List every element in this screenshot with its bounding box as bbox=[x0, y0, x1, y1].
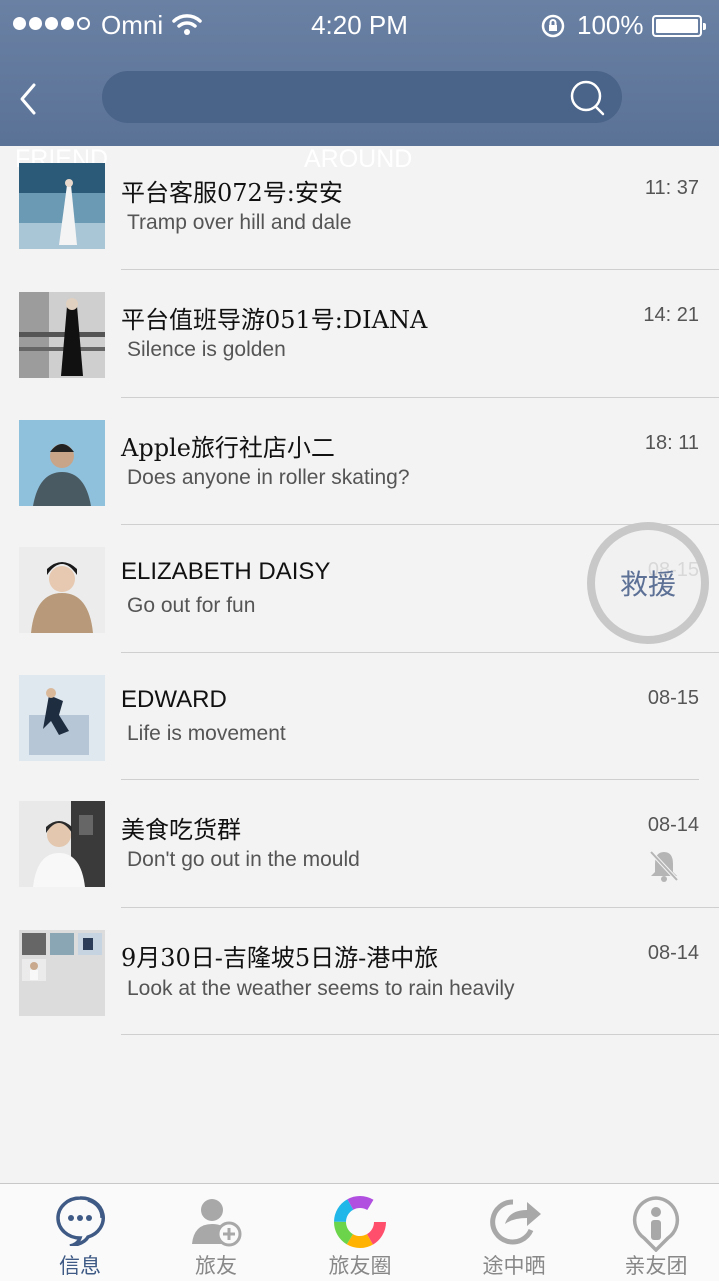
chat-name: ELIZABETH DAISY bbox=[121, 558, 331, 585]
chat-message: Go out for fun bbox=[127, 594, 256, 617]
chat-name: 平台值班导游051号:DIANA bbox=[121, 306, 428, 334]
avatar bbox=[19, 547, 105, 633]
chat-time: 18: 11 bbox=[644, 431, 699, 454]
tab-label: 途中晒 bbox=[482, 1254, 546, 1278]
chat-message: Life is movement bbox=[127, 721, 286, 745]
chat-message: Look at the weather seems to rain heavil… bbox=[127, 976, 515, 1000]
chat-message: Tramp over hill and dale bbox=[127, 211, 352, 234]
avatar bbox=[19, 801, 105, 887]
avatar bbox=[19, 163, 105, 249]
rescue-label: 救援 bbox=[619, 568, 676, 601]
share-arrow-icon bbox=[490, 1199, 541, 1245]
chat-name: EDWARD bbox=[121, 685, 227, 713]
chat-time: 08-15 bbox=[647, 686, 699, 709]
chat-name: 美食吃货群 bbox=[121, 816, 241, 844]
chat-time: 08-14 bbox=[647, 941, 699, 964]
chat-row[interactable]: 美食吃货群 Don't go out in the mould 08-14 bbox=[0, 780, 719, 908]
group-avatar bbox=[19, 929, 105, 1016]
chat-message: Don't go out in the mould bbox=[127, 848, 360, 871]
mute-bell-icon bbox=[648, 849, 680, 883]
message-bubble-icon bbox=[56, 1196, 105, 1246]
chat-name: 平台客服072号:安安 bbox=[121, 179, 343, 207]
location-person-icon bbox=[632, 1196, 680, 1252]
chat-message: Silence is golden bbox=[127, 338, 286, 361]
tab-messages[interactable]: 信息 bbox=[30, 1184, 130, 1281]
chat-row[interactable]: 平台值班导游051号:DIANA Silence is golden 14: 2… bbox=[0, 270, 719, 398]
status-bar: Omni 4:20 PM 100% bbox=[0, 0, 719, 50]
tab-moments[interactable]: 旅友圈 bbox=[310, 1184, 410, 1281]
color-ring-icon bbox=[334, 1196, 386, 1248]
chat-row[interactable]: EDWARD Life is movement 08-15 bbox=[0, 653, 719, 780]
chat-row[interactable]: Apple旅行社店小二 Does anyone in roller skatin… bbox=[0, 398, 719, 525]
avatar bbox=[19, 674, 105, 761]
tab-label: 亲友团 bbox=[624, 1254, 688, 1278]
tab-family-group[interactable]: 亲友团 bbox=[606, 1184, 706, 1281]
tab-label: 信息 bbox=[59, 1254, 101, 1278]
bottom-tab-bar: 信息 旅友 旅友圈 途中晒 亲友团 bbox=[0, 1183, 719, 1281]
rotation-lock-icon bbox=[541, 14, 565, 38]
chat-name: 9月30日-吉隆坡5日游-港中旅 bbox=[121, 943, 439, 972]
chat-message: Does anyone in roller skating? bbox=[127, 465, 410, 489]
tab-travel-friends[interactable]: 旅友 bbox=[166, 1184, 266, 1281]
add-friend-icon bbox=[192, 1199, 242, 1247]
search-input[interactable] bbox=[122, 81, 556, 115]
tab-label: 旅友圈 bbox=[328, 1254, 392, 1278]
battery-icon bbox=[652, 15, 706, 37]
row-divider bbox=[121, 1034, 719, 1035]
tab-label: 旅友 bbox=[195, 1254, 237, 1278]
search-icon[interactable] bbox=[568, 77, 610, 119]
search-bar[interactable] bbox=[102, 71, 622, 123]
avatar bbox=[19, 419, 105, 506]
battery-percent: 100% bbox=[577, 10, 644, 40]
avatar bbox=[19, 292, 105, 378]
chat-row[interactable]: 平台客服072号:安安 Tramp over hill and dale 11:… bbox=[0, 146, 719, 270]
chat-time: 08-14 bbox=[647, 814, 699, 836]
rescue-button[interactable]: 救援 bbox=[587, 522, 709, 644]
tab-on-the-way[interactable]: 途中晒 bbox=[464, 1184, 564, 1281]
back-chevron-icon[interactable] bbox=[14, 82, 48, 116]
top-header: Omni 4:20 PM 100% bbox=[0, 0, 719, 146]
chat-time: 14: 21 bbox=[643, 304, 699, 326]
chat-time: 11: 37 bbox=[644, 177, 699, 199]
chat-row[interactable]: 9月30日-吉隆坡5日游-港中旅 Look at the weather see… bbox=[0, 908, 719, 1035]
chat-name: Apple旅行社店小二 bbox=[121, 433, 335, 462]
